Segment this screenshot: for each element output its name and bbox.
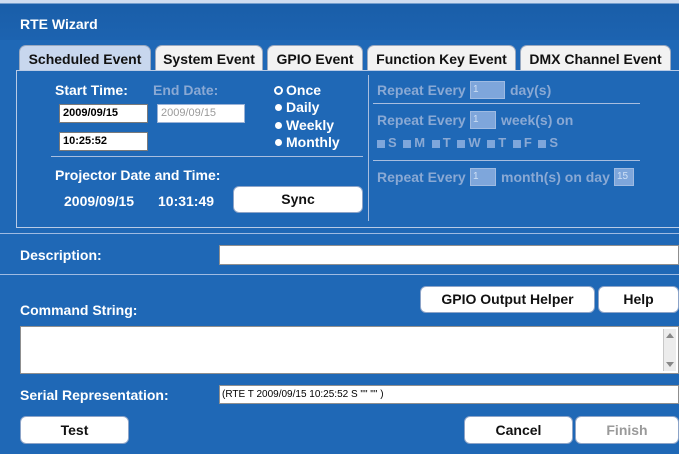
radio-unselected-icon — [275, 121, 282, 129]
weekday-label: S — [388, 135, 397, 150]
radio-monthly[interactable]: Monthly — [275, 134, 340, 150]
scroll-up-icon[interactable] — [666, 333, 674, 338]
wizard-body: Scheduled Event System Event GPIO Event … — [0, 40, 679, 454]
window-title: RTE Wizard — [20, 16, 98, 32]
start-date-input[interactable]: 2009/09/15 — [59, 104, 148, 123]
radio-daily[interactable]: Daily — [275, 99, 319, 115]
radio-once[interactable]: Once — [275, 82, 321, 98]
finish-button[interactable]: Finish — [575, 416, 679, 444]
weekday-checkbox[interactable] — [538, 139, 547, 148]
scroll-down-icon[interactable] — [666, 362, 674, 367]
weekday-checkbox[interactable] — [487, 139, 496, 148]
weekday-label: M — [414, 135, 426, 150]
sync-button[interactable]: Sync — [233, 186, 363, 213]
radio-monthly-label: Monthly — [286, 134, 340, 150]
serial-representation-field: (RTE T 2009/09/15 10:25:52 S "" "" ) — [219, 385, 679, 404]
command-scrollbar[interactable] — [663, 329, 676, 371]
weekday-label: T — [442, 135, 451, 150]
projector-time: 10:31:49 — [158, 193, 215, 209]
repeat-weekly-input[interactable]: 1 — [470, 111, 496, 129]
repeat-monthly-input[interactable]: 1 — [470, 168, 496, 186]
projector-datetime-label: Projector Date and Time: — [55, 167, 221, 183]
weekday-label: F — [523, 135, 532, 150]
weekday-label: S — [549, 135, 559, 150]
radio-weekly-label: Weekly — [286, 117, 334, 133]
repeat-monthly-middle: month(s) on day — [501, 169, 610, 185]
scheduled-event-panel: Start Time: End Date: 2009/09/15 2009/09… — [16, 70, 679, 228]
repeat-monthly-day-input[interactable]: 15 — [614, 168, 634, 186]
weekday-label: T — [498, 135, 507, 150]
command-string-label: Command String: — [20, 302, 138, 318]
end-date-input[interactable]: 2009/09/15 — [157, 104, 245, 123]
projector-date: 2009/09/15 — [64, 193, 135, 209]
weekday-label: W — [468, 135, 481, 150]
tab-dmx-channel-event[interactable]: DMX Channel Event — [520, 45, 671, 71]
description-input[interactable] — [219, 245, 679, 265]
radio-weekly[interactable]: Weekly — [275, 117, 334, 133]
rte-wizard-window: RTE Wizard Scheduled Event System Event … — [0, 0, 679, 454]
section-divider-1 — [0, 233, 679, 234]
weekday-checkboxes: S M T W T F S — [377, 135, 558, 150]
tab-scheduled-event[interactable]: Scheduled Event — [19, 45, 151, 71]
serial-representation-label: Serial Representation: — [20, 387, 169, 403]
repeat-divider-2 — [373, 160, 640, 161]
gpio-output-helper-button[interactable]: GPIO Output Helper — [420, 286, 595, 313]
start-time-label: Start Time: — [55, 82, 128, 98]
repeat-divider-1 — [373, 103, 640, 104]
radio-once-label: Once — [286, 82, 322, 98]
end-date-label: End Date: — [153, 82, 219, 98]
description-label: Description: — [20, 247, 102, 263]
weekday-checkbox[interactable] — [457, 139, 466, 148]
tab-function-key-event[interactable]: Function Key Event — [367, 45, 516, 71]
repeat-weekly-prefix: Repeat Every — [377, 112, 466, 128]
tab-system-event[interactable]: System Event — [155, 45, 263, 71]
radio-unselected-icon — [275, 103, 282, 111]
repeat-monthly-prefix: Repeat Every — [377, 169, 466, 185]
test-button[interactable]: Test — [20, 416, 129, 444]
left-divider — [51, 156, 363, 157]
cancel-button[interactable]: Cancel — [464, 416, 573, 444]
repeat-weekly-suffix: week(s) on — [501, 112, 574, 128]
vertical-divider — [368, 75, 369, 221]
weekday-checkbox[interactable] — [431, 139, 440, 148]
section-divider-2 — [0, 274, 679, 275]
repeat-daily-suffix: day(s) — [510, 82, 552, 98]
weekday-checkbox[interactable] — [403, 139, 412, 148]
help-button[interactable]: Help — [598, 286, 679, 313]
radio-daily-label: Daily — [286, 99, 320, 115]
title-bar: RTE Wizard — [0, 0, 679, 40]
radio-selected-icon — [276, 87, 281, 93]
weekday-checkbox[interactable] — [512, 139, 521, 148]
repeat-daily-prefix: Repeat Every — [377, 82, 466, 98]
repeat-daily-input[interactable]: 1 — [470, 81, 505, 99]
tab-gpio-event[interactable]: GPIO Event — [267, 45, 363, 71]
start-time-input[interactable]: 10:25:52 — [59, 132, 148, 151]
radio-unselected-icon — [275, 138, 282, 146]
command-string-textarea[interactable] — [20, 326, 679, 374]
weekday-checkbox[interactable] — [377, 139, 385, 148]
